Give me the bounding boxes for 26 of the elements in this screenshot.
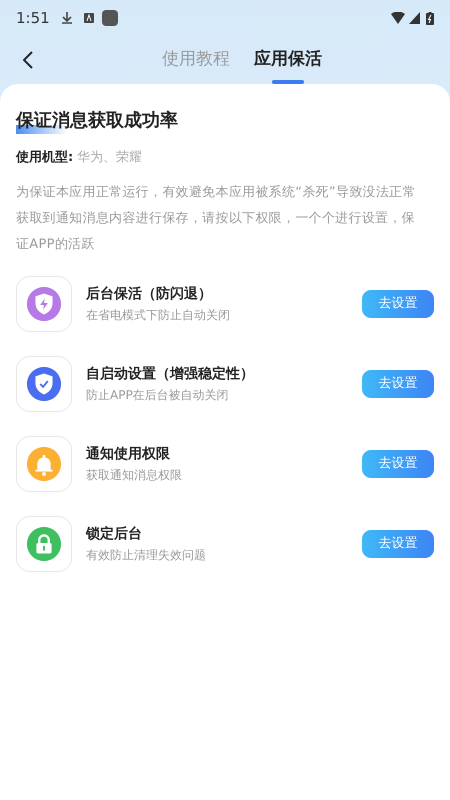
item-subtitle: 有效防止清理失效问题 (86, 547, 207, 564)
item-title: 锁定后台 (86, 524, 143, 544)
settings-button[interactable]: 去设置 (362, 530, 434, 558)
settings-button[interactable]: 去设置 (362, 450, 434, 478)
item-subtitle: 在省电模式下防止自动关闭 (86, 307, 231, 324)
model-label: 使用机型: (16, 149, 74, 167)
settings-button[interactable]: 去设置 (362, 370, 434, 398)
signal-icon (409, 12, 420, 24)
status-time: 1:51 (16, 8, 50, 29)
app-notification-icon (84, 13, 94, 23)
model-value: 华为、荣耀 (77, 149, 142, 167)
item-subtitle: 获取通知消息权限 (86, 467, 183, 484)
tab[interactable]: 应用保活 (254, 40, 322, 80)
description-text: 为保证本应用正常运行，有效避免本应用被系统“杀死”导致没法正常获取到通知消息内容进行保存，请按以下权限，一个个进行设置，保证APP的活跃 (16, 184, 417, 254)
settings-button[interactable]: 去设置 (362, 290, 434, 318)
item-subtitle: 防止APP在后台被自动关闭 (86, 387, 230, 404)
notification-icon (102, 10, 118, 26)
item-title: 通知使用权限 (86, 445, 171, 464)
wifi-icon (391, 12, 405, 24)
tab-indicator (272, 80, 304, 84)
item-title: 自启动设置（增强稳定性） (86, 364, 255, 384)
item-title: 后台保活（防闪退） (86, 285, 213, 304)
tab[interactable]: 使用教程 (162, 40, 230, 80)
download-icon (62, 12, 72, 24)
battery-icon (426, 12, 434, 24)
back-icon (23, 51, 33, 69)
